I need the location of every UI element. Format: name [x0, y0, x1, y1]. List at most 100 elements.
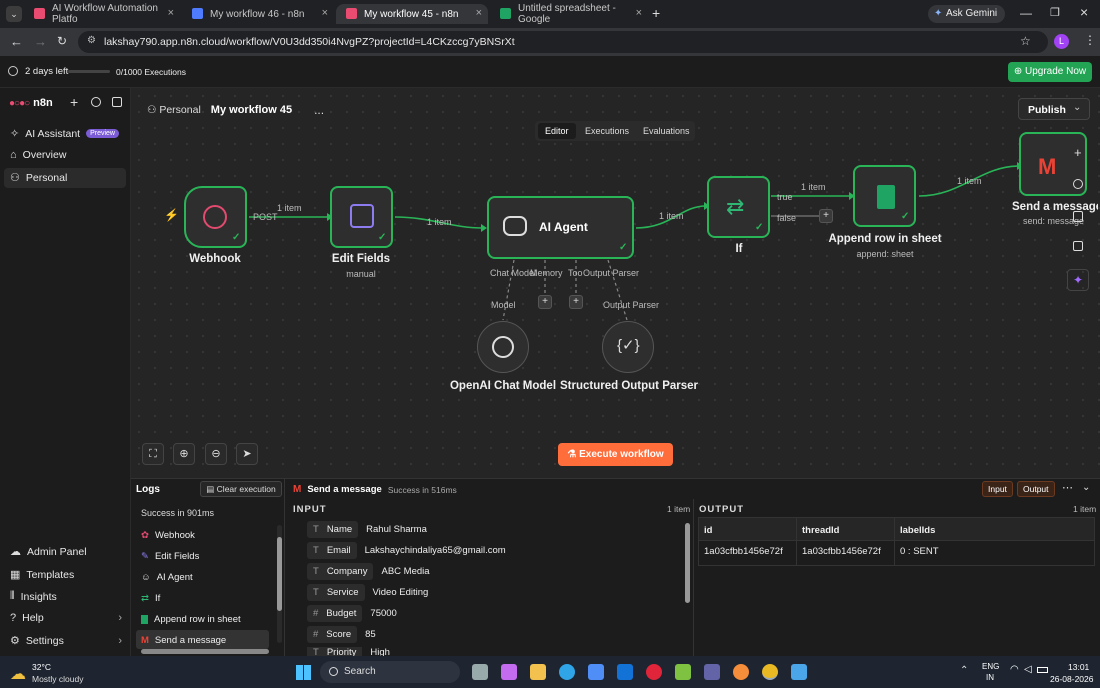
profile-avatar[interactable]: L — [1054, 34, 1069, 49]
detail-more-icon[interactable]: ⋯ — [1062, 481, 1073, 494]
edge-label-false: false — [777, 213, 797, 223]
collapse-panel-icon[interactable]: ⌄ — [1082, 482, 1090, 493]
sidebar-item-overview[interactable]: ⌂ Overview — [10, 149, 66, 161]
output-toggle-button[interactable]: Output — [1017, 481, 1055, 497]
bookmark-star-icon[interactable]: ☆ — [1020, 34, 1031, 48]
teams-icon[interactable] — [704, 664, 720, 680]
language-in[interactable]: IN — [986, 673, 994, 682]
node-edit-fields[interactable]: ✓ — [330, 186, 393, 248]
volume-icon[interactable]: ◁ — [1024, 664, 1032, 675]
input-toggle-button[interactable]: Input — [982, 481, 1013, 497]
close-window-button[interactable]: × — [1080, 4, 1088, 20]
forward-arrow-icon[interactable]: → — [34, 34, 47, 49]
browser-address-bar: ← → ↻ ⚙ lakshay790.app.n8n.cloud/workflo… — [0, 28, 1100, 56]
log-item-ai-agent[interactable]: ☺ AI Agent — [141, 572, 193, 583]
weather-temp: 32°C — [32, 662, 51, 672]
outlook-icon[interactable] — [617, 664, 633, 680]
search-icon[interactable] — [91, 97, 101, 107]
windows-start-icon[interactable] — [296, 665, 311, 680]
logs-hscroll[interactable] — [141, 649, 269, 654]
battery-icon[interactable] — [1037, 667, 1048, 673]
add-false-branch-button[interactable]: + — [819, 209, 833, 223]
log-item-if[interactable]: ⇄ If — [141, 593, 160, 604]
zoom-out-button[interactable]: ⊖ — [205, 443, 227, 465]
node-ai-agent[interactable]: AI Agent ✓ — [487, 196, 634, 259]
back-arrow-icon[interactable]: ← — [10, 34, 23, 49]
input-scrollbar[interactable] — [685, 523, 690, 603]
ask-gemini-button[interactable]: ✦ Ask Gemini — [928, 5, 1006, 23]
fit-view-button[interactable]: ⛶ — [142, 443, 164, 465]
clock-date[interactable]: 26-08-2026 — [1050, 674, 1093, 684]
trigger-bolt-icon: ⚡ — [164, 208, 179, 222]
node-if[interactable]: ⇄ ✓ — [707, 176, 770, 238]
chrome-icon[interactable] — [762, 664, 778, 680]
wifi-icon[interactable]: ◠ — [1010, 664, 1019, 675]
node-append-sub: append: sheet — [856, 249, 914, 259]
sidebar-item-admin-panel[interactable]: ☁ Admin Panel — [10, 545, 87, 559]
execute-workflow-button[interactable]: ⚗ Execute workflow — [558, 443, 673, 466]
copilot-icon[interactable] — [501, 664, 517, 680]
executions-progress — [68, 70, 110, 73]
url-field[interactable]: ⚙ lakshay790.app.n8n.cloud/workflow/V0U3… — [78, 31, 1048, 53]
taskbar-search-box[interactable]: Search — [320, 661, 460, 683]
browser-tab-4[interactable]: Untitled spreadsheet - Google × — [490, 3, 648, 25]
log-item-append-row[interactable]: Append row in sheet — [141, 614, 241, 625]
photos-icon[interactable] — [791, 664, 807, 680]
add-icon[interactable]: + — [70, 94, 78, 110]
clock-time[interactable]: 13:01 — [1068, 662, 1089, 672]
opera-icon[interactable] — [646, 664, 662, 680]
close-tab-icon[interactable]: × — [476, 7, 482, 19]
log-item-edit-fields[interactable]: ✎ Edit Fields — [141, 551, 199, 562]
clear-execution-button[interactable]: ▤ Clear execution — [200, 481, 282, 497]
add-node-icon[interactable]: + — [1074, 145, 1082, 160]
logs-panel: Logs ▤ Clear execution Success in 901ms … — [131, 478, 285, 656]
panel-toggle-icon[interactable] — [1073, 241, 1083, 251]
close-tab-icon[interactable]: × — [168, 7, 174, 19]
logs-scrollbar[interactable] — [277, 525, 282, 643]
sidebar-item-help[interactable]: ? Help › — [10, 612, 122, 624]
tray-chevron-icon[interactable]: ⌃ — [960, 665, 968, 676]
tab-list-button[interactable]: ⌄ — [6, 6, 22, 22]
sheets-app-icon[interactable] — [675, 664, 691, 680]
search-nodes-icon[interactable] — [1073, 179, 1083, 189]
close-tab-icon[interactable]: × — [636, 7, 642, 19]
workflow-canvas[interactable]: ⚇ Personal My workflow 45 ... Publish ⌄ … — [131, 88, 1100, 478]
add-tool-button[interactable]: + — [569, 295, 583, 309]
sidebar-item-ai-assistant[interactable]: ✧ AI Assistant Preview — [10, 127, 119, 140]
task-view-icon[interactable] — [472, 664, 488, 680]
zoom-in-button[interactable]: ⊕ — [173, 443, 195, 465]
browser-tab-3[interactable]: My workflow 45 - n8n × — [336, 4, 488, 24]
new-tab-button[interactable]: + — [652, 5, 660, 21]
sidebar-item-settings[interactable]: ⚙ Settings › — [10, 634, 122, 648]
close-tab-icon[interactable]: × — [322, 7, 328, 19]
site-info-icon[interactable]: ⚙ — [87, 35, 96, 46]
log-item-send-message[interactable]: M Send a message — [141, 635, 226, 646]
store-icon[interactable] — [588, 664, 604, 680]
edge-icon[interactable] — [559, 664, 575, 680]
brave-icon[interactable] — [733, 664, 749, 680]
upgrade-now-button[interactable]: ⊕ Upgrade Now — [1008, 62, 1092, 82]
log-item-webhook[interactable]: ✿ Webhook — [141, 530, 195, 541]
file-explorer-icon[interactable] — [530, 664, 546, 680]
collapse-sidebar-icon[interactable] — [112, 97, 122, 107]
sidebar-item-insights[interactable]: ⫴ Insights — [10, 590, 57, 603]
sticky-note-icon[interactable] — [1073, 211, 1083, 222]
node-append-row[interactable]: ✓ — [853, 165, 916, 227]
add-memory-button[interactable]: + — [538, 295, 552, 309]
maximize-button[interactable]: ❐ — [1050, 6, 1060, 19]
sidebar-item-personal[interactable]: ⚇ Personal — [10, 171, 67, 185]
language-eng[interactable]: ENG — [982, 662, 999, 671]
edge-label-true: true — [777, 192, 793, 202]
browser-menu-icon[interactable]: ⋮ — [1084, 33, 1096, 47]
ai-sparkle-icon[interactable]: ✦ — [1067, 269, 1089, 291]
node-structured-output-parser[interactable]: {✓} — [602, 321, 654, 373]
node-openai-chat-model[interactable] — [477, 321, 529, 373]
browser-tab-2[interactable]: My workflow 46 - n8n × — [182, 4, 334, 24]
reload-icon[interactable]: ↻ — [57, 34, 67, 48]
node-webhook[interactable]: ✓ — [184, 186, 247, 248]
browser-tab-1[interactable]: AI Workflow Automation Platfo × — [24, 3, 180, 25]
minimize-button[interactable]: — — [1020, 6, 1032, 20]
logs-scroll-thumb[interactable] — [277, 537, 282, 611]
pointer-tool-button[interactable]: ➤ — [236, 443, 258, 465]
sidebar-item-templates[interactable]: ▦ Templates — [10, 568, 74, 582]
